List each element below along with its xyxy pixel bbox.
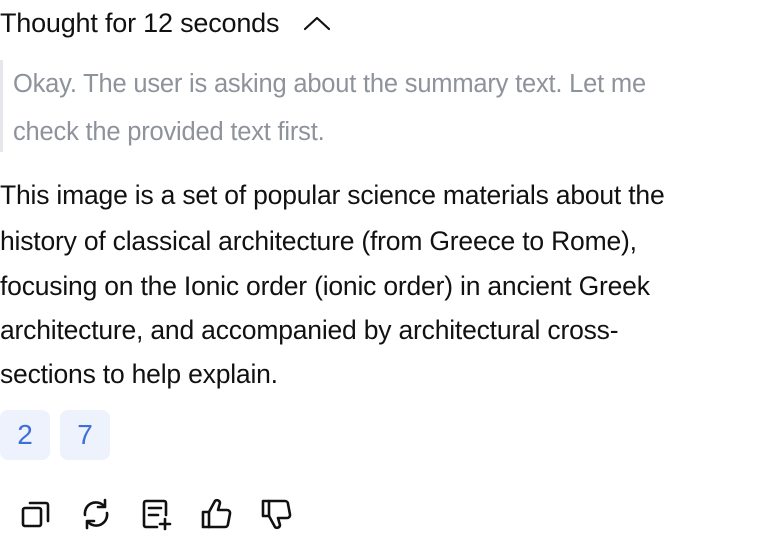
reference-list: 2 7 <box>0 410 110 460</box>
thought-title: Thought for 12 seconds <box>0 7 280 38</box>
regenerate-button[interactable] <box>76 494 116 534</box>
thought-line: Okay. The user is asking about the summa… <box>13 70 646 98</box>
action-bar <box>16 494 296 534</box>
thought-content: Okay. The user is asking about the summa… <box>0 60 740 152</box>
reference-chip[interactable]: 7 <box>60 410 110 460</box>
answer-line: sections to help explain. <box>0 359 278 389</box>
answer-text: This image is a set of popular science m… <box>0 172 752 396</box>
copy-button[interactable] <box>16 494 56 534</box>
chevron-up-icon[interactable] <box>301 11 333 35</box>
dislike-button[interactable] <box>256 494 296 534</box>
add-note-button[interactable] <box>136 494 176 534</box>
thumbs-down-icon <box>261 499 292 530</box>
reference-chip[interactable]: 2 <box>0 410 50 460</box>
thumbs-up-icon <box>201 498 232 529</box>
copy-icon <box>21 501 50 528</box>
add-note-icon <box>142 499 172 531</box>
thought-toggle[interactable]: Thought for 12 seconds <box>0 4 333 42</box>
answer-line: focusing on the Ionic order (ionic order… <box>0 271 650 301</box>
answer-line: This image is a set of popular science m… <box>0 180 665 210</box>
like-button[interactable] <box>196 494 236 534</box>
answer-line: history of classical architecture (from … <box>0 226 637 256</box>
answer-line: architecture, and accompanied by archite… <box>0 315 619 345</box>
thought-line: check the provided text first. <box>13 118 325 146</box>
regenerate-icon <box>83 498 109 530</box>
